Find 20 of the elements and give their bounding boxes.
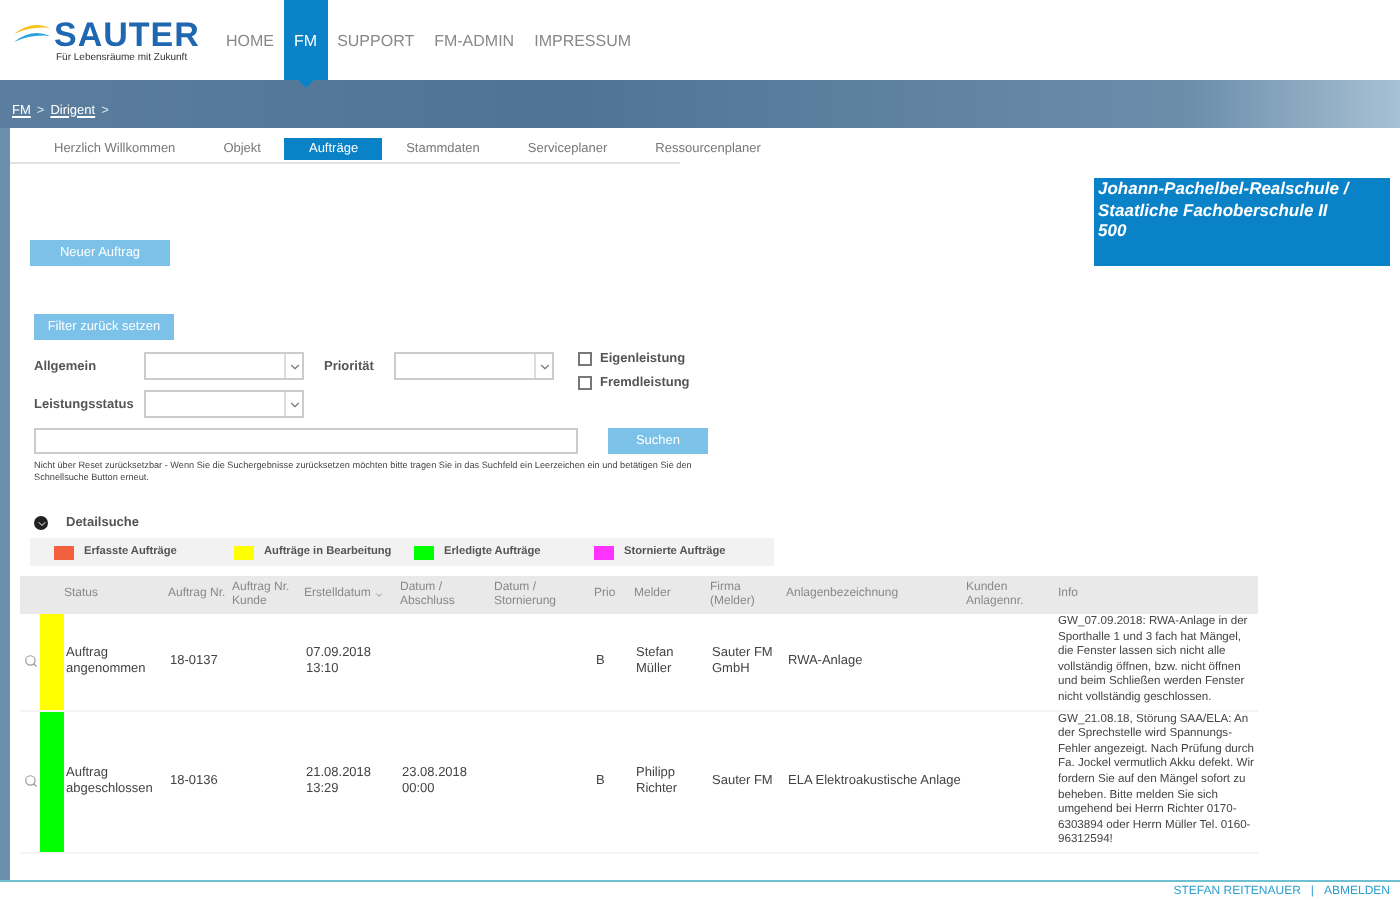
object-info: Johann-Pachelbel-Realschule / Staatliche Fachoberschule II 500	[1094, 178, 1390, 266]
search-field[interactable]	[34, 428, 578, 454]
chevron-down-icon	[537, 359, 551, 373]
dropdown[interactable]	[394, 352, 554, 380]
swoosh-icon	[12, 21, 52, 47]
dropdown[interactable]	[144, 352, 304, 380]
search-icon[interactable]	[23, 654, 37, 669]
checkbox[interactable]	[578, 352, 592, 366]
checkbox[interactable]	[578, 376, 592, 390]
dropdown[interactable]	[144, 390, 304, 418]
chevron-down-icon	[287, 359, 301, 373]
nav-item[interactable]: SUPPORT	[327, 0, 425, 80]
nav-item[interactable]: HOME	[216, 0, 284, 80]
nav-item[interactable]: IMPRESSUM	[524, 0, 642, 80]
sort-icon	[374, 590, 385, 600]
search-icon[interactable]	[23, 774, 37, 789]
chevron-down-icon	[287, 397, 301, 411]
expand-icon[interactable]	[34, 516, 48, 530]
logo-text: SAUTER	[54, 17, 200, 51]
nav-item[interactable]: FM-ADMIN	[424, 0, 525, 80]
